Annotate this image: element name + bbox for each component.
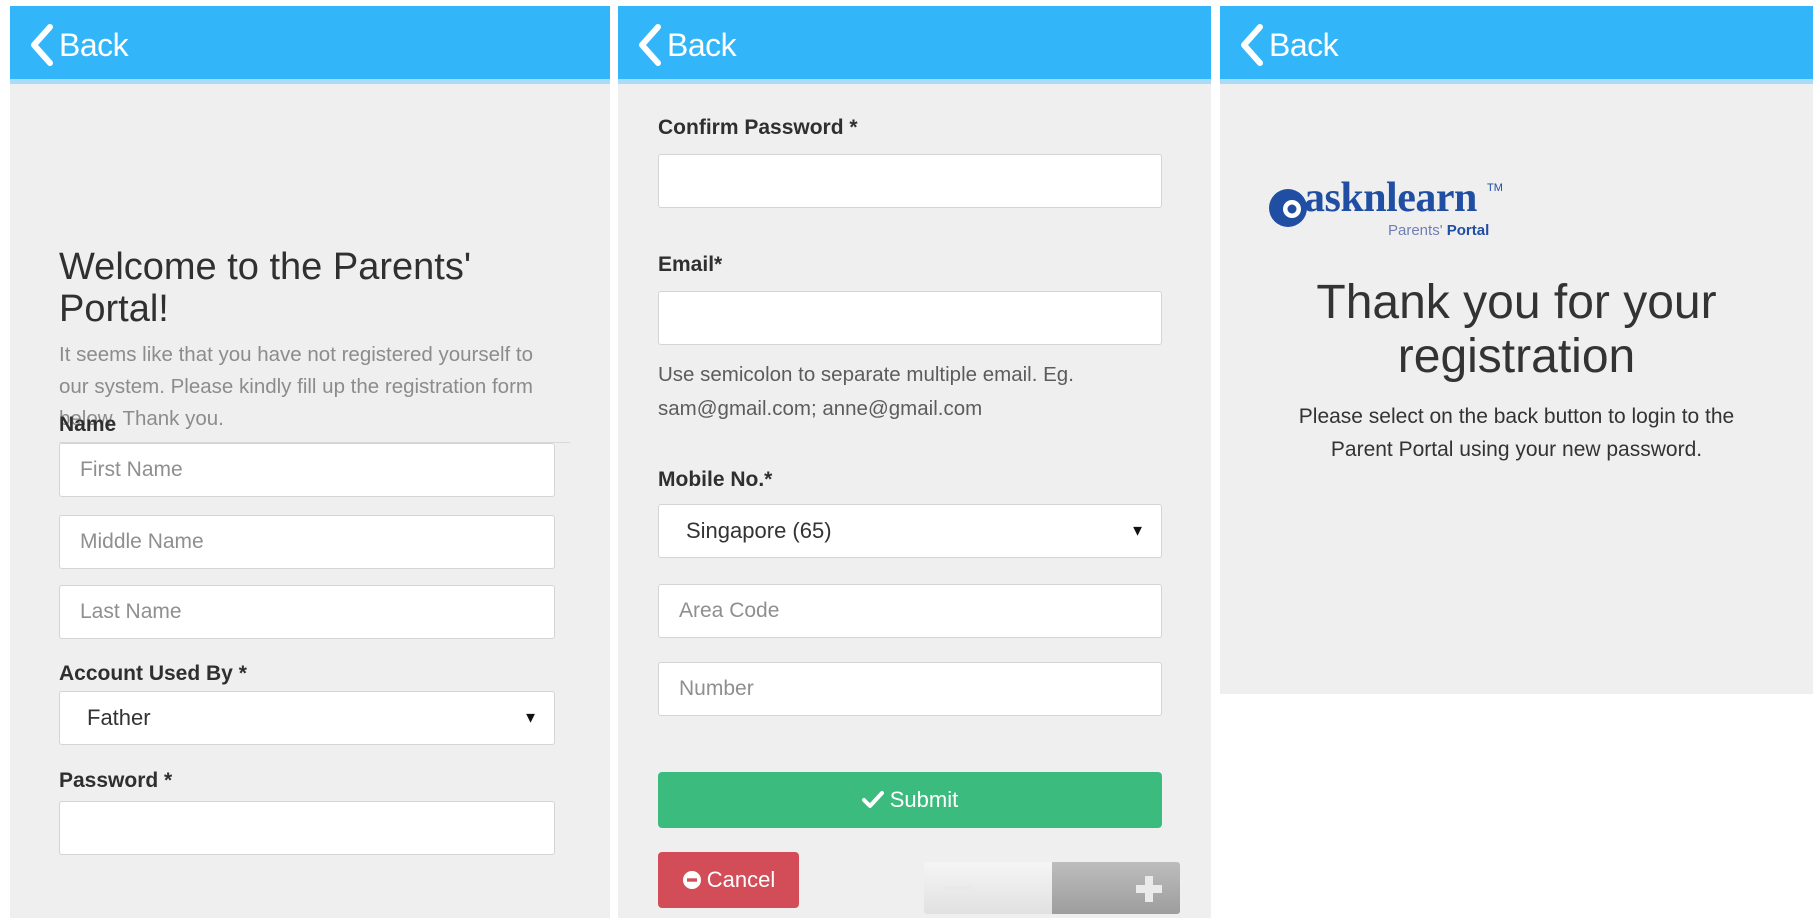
back-button[interactable]: Back: [28, 22, 129, 68]
first-name-input[interactable]: [59, 443, 555, 497]
logo-text: asknlearn: [1304, 175, 1477, 221]
back-label: Back: [1269, 26, 1339, 63]
top-bar: Back: [1220, 6, 1813, 84]
email-hint-line: sam@gmail.com; anne@gmail.com: [658, 397, 983, 420]
country-code-select[interactable]: Singapore (65) ▼: [658, 504, 1162, 558]
registration-confirmation-panel: Back asknlearn TM Parents' Portal Thank …: [1220, 6, 1813, 694]
thank-you-title-line: registration: [1397, 330, 1636, 383]
back-label: Back: [667, 26, 737, 63]
page-title: Welcome to the Parents' Portal!: [59, 246, 472, 330]
logo-mark-icon: [1269, 189, 1307, 227]
last-name-input[interactable]: [59, 585, 555, 639]
plus-button[interactable]: [1052, 862, 1180, 914]
email-input[interactable]: [658, 291, 1162, 345]
email-hint: Use semicolon to separate multiple email…: [658, 358, 1074, 426]
caret-down-icon: ▼: [1130, 522, 1145, 540]
cancel-button[interactable]: Cancel: [658, 852, 799, 908]
top-bar: Back: [618, 6, 1211, 84]
account-used-by-select[interactable]: Father ▼: [59, 691, 555, 745]
account-used-by-value: Father: [87, 705, 151, 730]
plus-icon: [1136, 876, 1162, 902]
minus-circle-icon: [682, 871, 701, 889]
email-label: Email*: [658, 253, 723, 276]
minus-icon[interactable]: [924, 862, 1052, 914]
caret-down-icon: ▼: [523, 709, 538, 727]
asknlearn-logo: asknlearn TM Parents' Portal: [1268, 175, 1528, 246]
logo-subtitle: Parents' Portal: [1388, 222, 1489, 239]
chevron-left-icon: [1241, 24, 1263, 66]
submit-label: Submit: [889, 787, 959, 812]
submit-button[interactable]: Submit: [658, 772, 1162, 828]
cancel-label: Cancel: [706, 867, 776, 892]
number-input[interactable]: [658, 662, 1162, 716]
chevron-left-icon: [31, 24, 53, 66]
registration-panel-1: Back Welcome to the Parents' Portal! It …: [10, 6, 610, 918]
name-label: Name: [59, 413, 117, 436]
area-code-input[interactable]: [658, 584, 1162, 638]
country-code-value: Singapore (65): [686, 518, 832, 543]
top-bar: Back: [10, 6, 610, 84]
thank-you-title-line: Thank you for your: [1316, 276, 1717, 329]
mobile-label: Mobile No.*: [658, 468, 773, 491]
thank-you-message-line: Parent Portal using your new password.: [1330, 438, 1703, 461]
logo-subtitle-bold: Portal: [1446, 222, 1490, 239]
confirm-password-label: Confirm Password *: [658, 116, 858, 139]
thank-you-message: Please select on the back button to logi…: [1220, 400, 1813, 466]
quantity-stepper: [924, 862, 1180, 914]
registration-panel-2: Back Confirm Password * Email* Use semic…: [618, 6, 1211, 918]
account-used-by-label: Account Used By *: [59, 662, 247, 685]
back-label: Back: [59, 26, 129, 63]
back-button[interactable]: Back: [636, 22, 737, 68]
chevron-left-icon: [639, 24, 661, 66]
welcome-message: It seems like that you have not register…: [59, 343, 534, 430]
back-button[interactable]: Back: [1238, 22, 1339, 68]
logo-subtitle-light: Parents': [1388, 222, 1443, 239]
password-input[interactable]: [59, 801, 555, 855]
thank-you-message-line: Please select on the back button to logi…: [1298, 405, 1735, 428]
email-hint-line: Use semicolon to separate multiple email…: [658, 363, 1074, 386]
logo-tm: TM: [1487, 182, 1503, 194]
thank-you-title: Thank you for your registration: [1220, 276, 1813, 384]
password-label: Password *: [59, 769, 173, 792]
confirm-password-input[interactable]: [658, 154, 1162, 208]
middle-name-input[interactable]: [59, 515, 555, 569]
check-icon: [861, 791, 884, 808]
